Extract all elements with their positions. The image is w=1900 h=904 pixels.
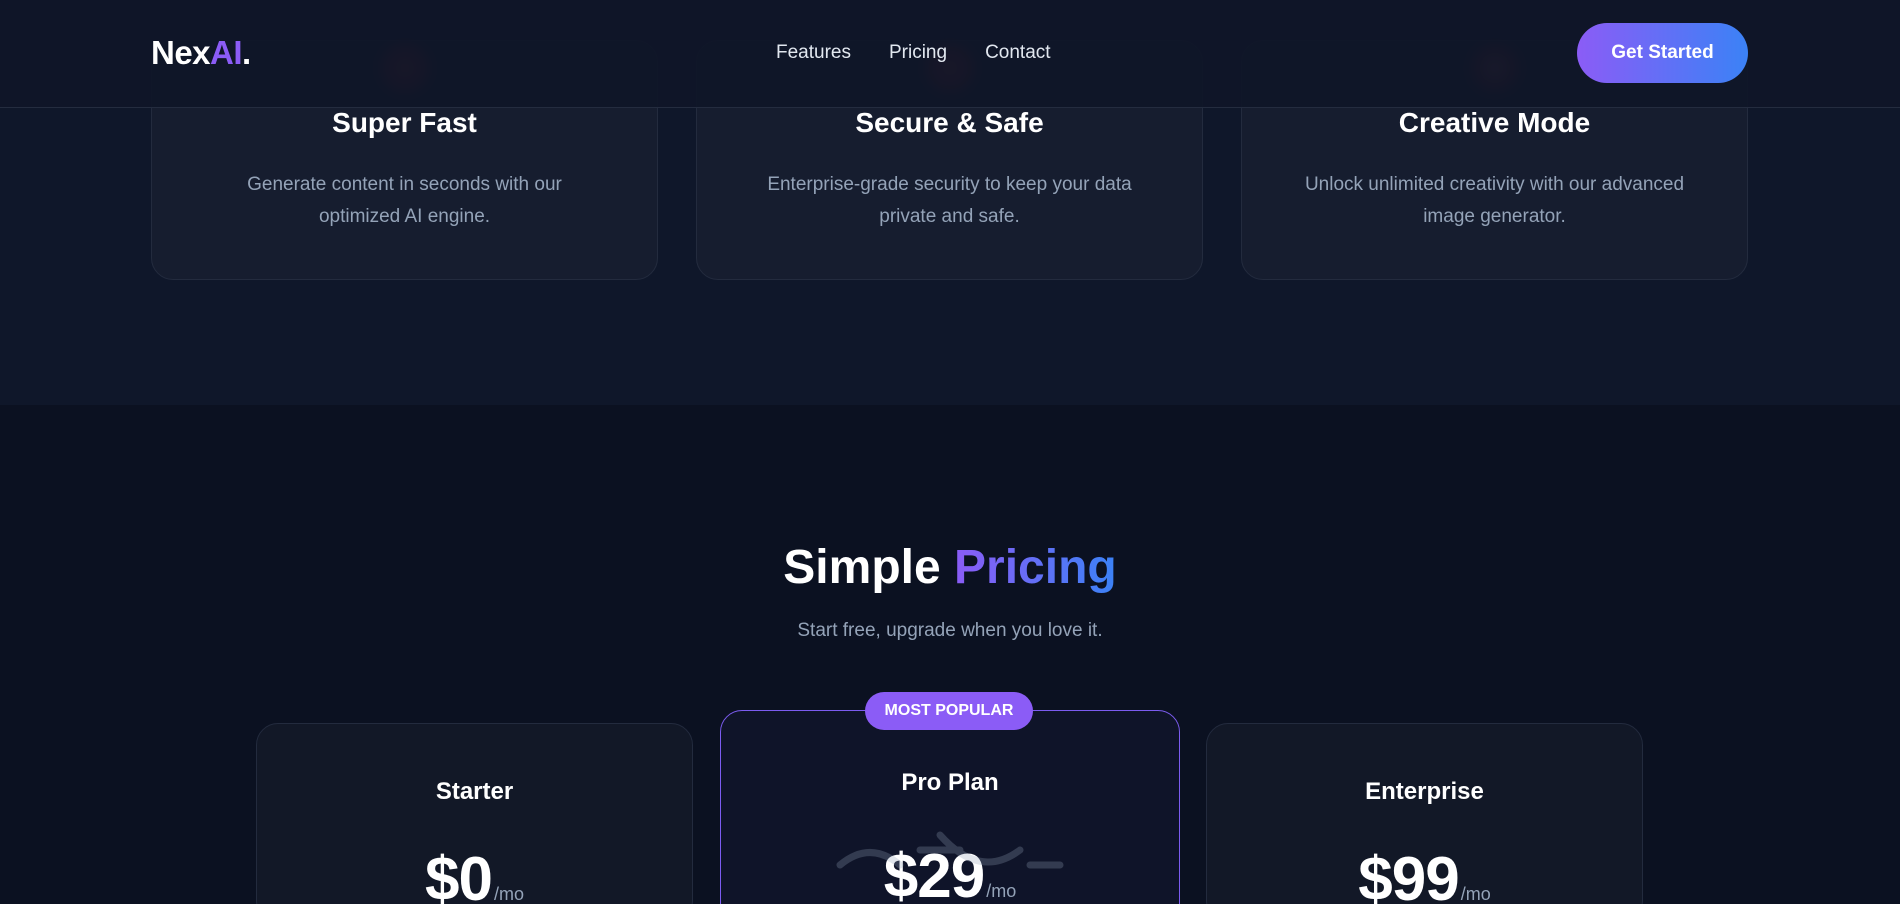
price-period: /mo [986,881,1017,901]
feature-description: Generate content in seconds with our opt… [247,174,562,227]
plan-price: $99/mo [1207,844,1642,904]
feature-title: Super Fast [332,107,477,138]
nav-link-pricing[interactable]: Pricing [889,42,947,64]
price-amount: $0 [425,845,493,904]
price-amount: $29 [883,842,985,904]
price-amount: $99 [1358,845,1459,904]
feature-description: Enterprise-grade security to keep your d… [767,174,1132,227]
plan-card-starter: Starter $0/mo [256,723,693,904]
pricing-title-main: Simple [783,541,941,594]
pricing-title: Simple Pricing [0,540,1900,595]
nav-links: Features Pricing Contact [776,42,1051,64]
plan-name: Pro Plan [901,769,999,796]
logo[interactable]: NexAI. [151,34,251,72]
plan-card-enterprise: Enterprise $99/mo [1206,723,1643,904]
navbar: NexAI. Features Pricing Contact Get Star… [0,0,1900,108]
plan-price: $29/mo [721,841,1179,904]
most-popular-badge: MOST POPULAR [865,692,1033,730]
feature-description: Unlock unlimited creativity with our adv… [1304,174,1685,227]
plan-price: $0/mo [257,844,692,904]
plan-card-pro: Pro Plan $29/mo [720,710,1180,904]
logo-accent: AI [210,34,243,71]
nav-link-features[interactable]: Features [776,42,851,64]
feature-title: Creative Mode [1398,107,1591,138]
logo-text: Nex [151,34,211,71]
get-started-button[interactable]: Get Started [1577,23,1748,83]
pricing-title-accent: Pricing [954,541,1117,594]
price-period: /mo [1460,884,1491,904]
plan-name: Starter [435,778,514,805]
feature-title: Secure & Safe [855,107,1044,138]
nav-link-contact[interactable]: Contact [985,42,1050,64]
plan-name: Enterprise [1365,778,1484,805]
price-period: /mo [493,884,524,904]
pricing-subtitle: Start free, upgrade when you love it. [797,620,1103,641]
logo-dot: . [242,34,251,71]
